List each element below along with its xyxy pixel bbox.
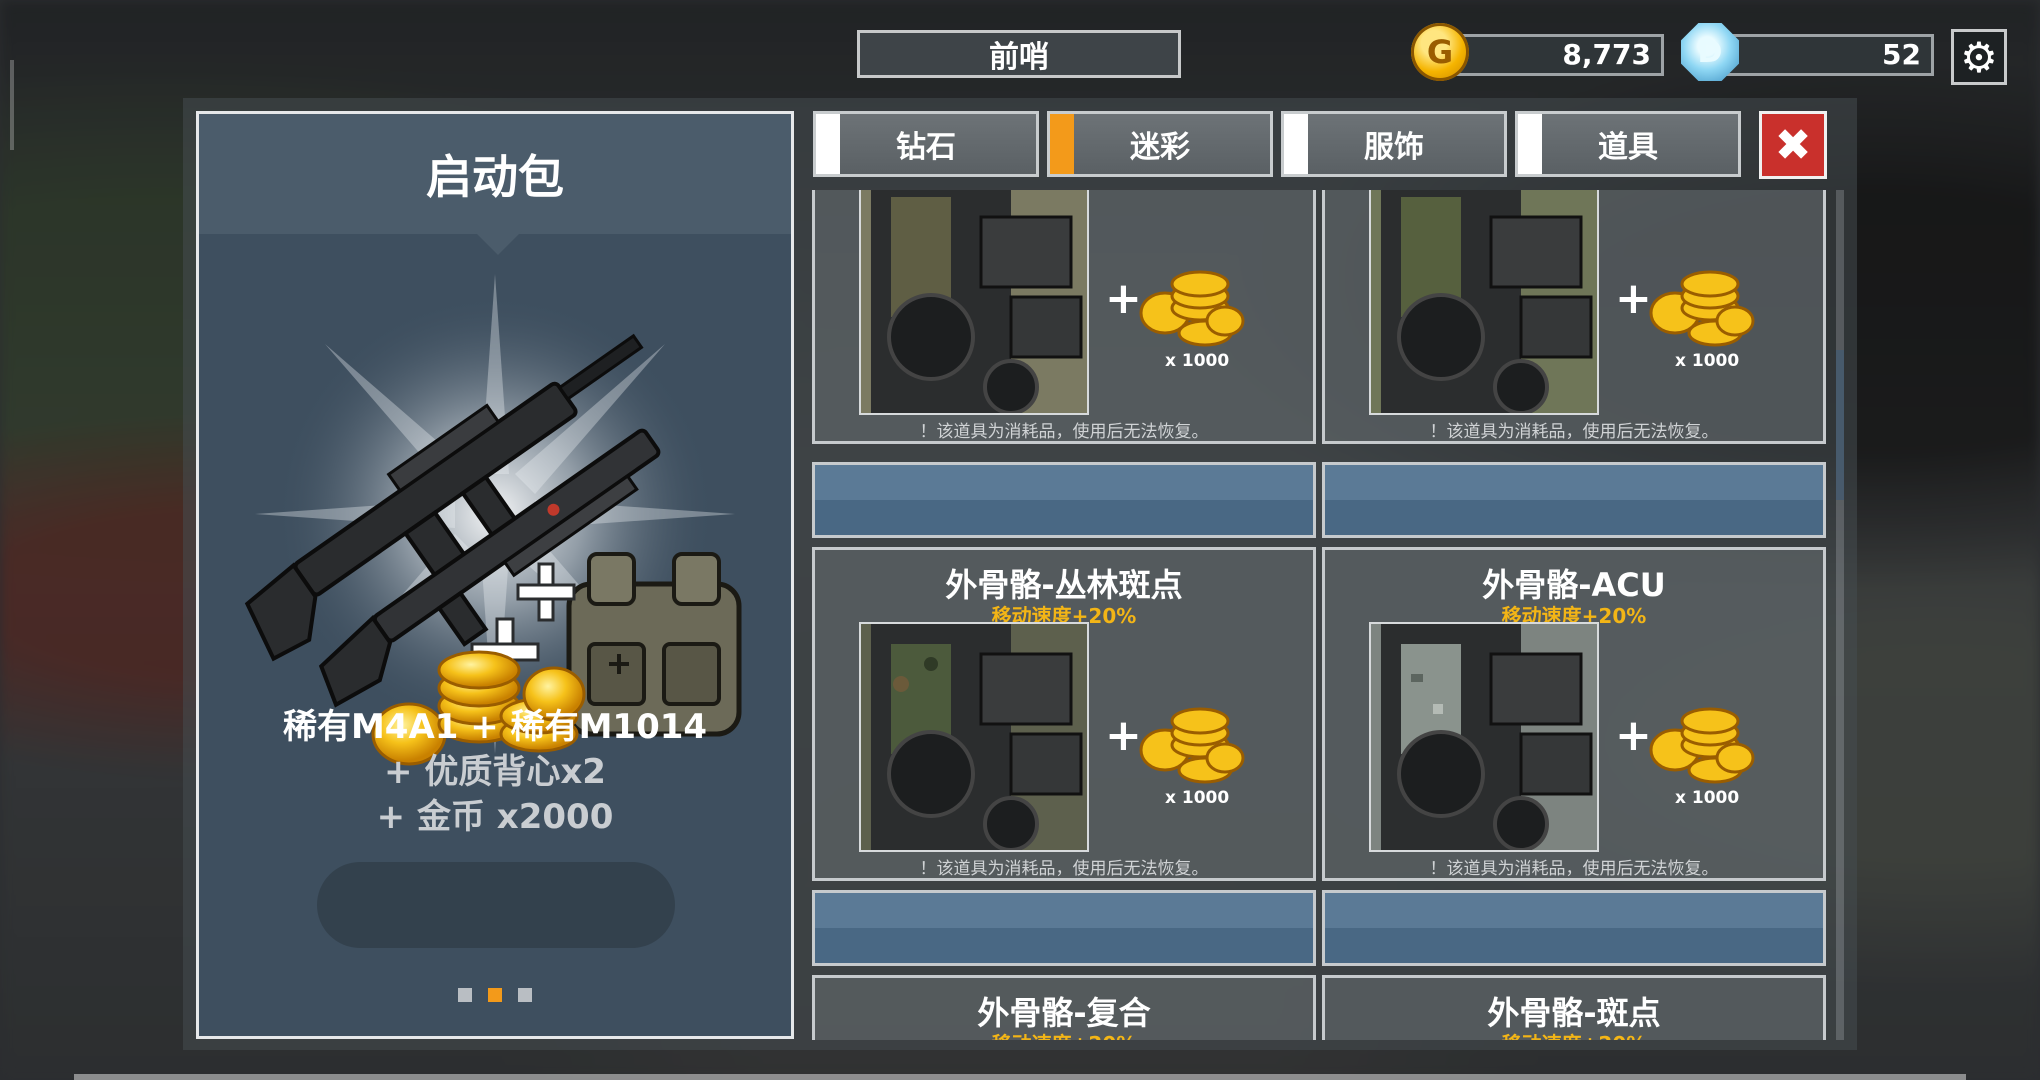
tab-label: 道具 xyxy=(1598,130,1658,165)
close-icon: ✖ xyxy=(1774,119,1812,171)
item-card-2[interactable]: + x 1000 ！该道具为消耗品，使用后无法恢复。 xyxy=(1322,190,1826,444)
item-grid[interactable]: + x 1000 ！该道具为消耗品，使用后无法恢复。 + x 1000 ！该道具… xyxy=(812,190,1826,1040)
exoskeleton-icon xyxy=(861,190,1087,413)
consumable-note: ！该道具为消耗品，使用后无法恢复。 xyxy=(1429,859,1719,879)
tab-camo[interactable]: 迷彩 xyxy=(1047,111,1273,177)
exoskeleton-image xyxy=(1369,190,1599,415)
gold-coins-icon xyxy=(1139,270,1245,347)
coin-quantity: x 1000 xyxy=(1675,788,1740,808)
consumable-note: ！该道具为消耗品，使用后无法恢复。 xyxy=(1429,422,1719,442)
tab-label: 服饰 xyxy=(1364,130,1424,165)
item-card-1[interactable]: + x 1000 ！该道具为消耗品，使用后无法恢复。 xyxy=(812,190,1316,444)
exoskeleton-icon xyxy=(1371,624,1597,850)
coin-quantity: x 1000 xyxy=(1165,788,1230,808)
exoskeleton-image xyxy=(1369,622,1599,852)
pack-weapons-text: 稀有M4A1 + 稀有M1014 xyxy=(282,707,708,747)
exoskeleton-icon xyxy=(861,624,1087,850)
exoskeleton-image xyxy=(859,622,1089,852)
tab-marker xyxy=(816,114,840,174)
title-pointer xyxy=(474,231,522,255)
exoskeleton-image xyxy=(859,190,1089,415)
gear-icon: ⚙ xyxy=(1960,32,1998,82)
item-stat: 移动速度+20% xyxy=(1325,1028,1823,1040)
tab-diamond[interactable]: 钻石 xyxy=(813,111,1039,177)
bottom-scrollbar[interactable] xyxy=(74,1074,1966,1080)
page-dot-1[interactable] xyxy=(458,988,472,1002)
coin-balance: 8,773 xyxy=(1440,34,1664,76)
exoskeleton-icon xyxy=(1371,190,1597,413)
page-dot-2[interactable] xyxy=(488,988,502,1002)
item-grid-scrollbar[interactable] xyxy=(1836,190,1844,1040)
pack-vest-text: + 优质背心x2 xyxy=(384,752,606,792)
carousel-pagination xyxy=(199,988,791,1002)
coin-icon: G xyxy=(1411,23,1469,81)
tab-marker xyxy=(1050,114,1074,174)
gem-balance: 52 xyxy=(1710,34,1934,76)
gold-coins-icon xyxy=(1649,270,1755,347)
gold-coins-icon xyxy=(1649,707,1755,784)
item-buy-button-3[interactable] xyxy=(812,890,1316,966)
pack-coins-text: + 金币 x2000 xyxy=(376,797,614,837)
tab-apparel[interactable]: 服饰 xyxy=(1281,111,1507,177)
tab-label: 迷彩 xyxy=(1130,130,1190,165)
item-card-3[interactable]: 外骨骼-丛林斑点 移动速度+20% + x 1000 ！该道具为消耗品，使用后无… xyxy=(812,547,1316,881)
tab-items[interactable]: 道具 xyxy=(1515,111,1741,177)
settings-button[interactable]: ⚙ xyxy=(1951,29,2007,85)
item-buy-button-1[interactable] xyxy=(812,462,1316,538)
coin-quantity: x 1000 xyxy=(1675,351,1740,371)
tab-label: 钻石 xyxy=(896,130,956,165)
starter-pack-buy-button[interactable] xyxy=(317,862,675,948)
starter-pack-card[interactable]: 启动包 稀有M4A1 + 稀有M1014 + 优质背心x2 + 金币 x2000 xyxy=(196,111,794,1039)
close-button[interactable]: ✖ xyxy=(1759,111,1827,179)
item-card-6[interactable]: 外骨骼-斑点 移动速度+20% xyxy=(1322,975,1826,1040)
page-title: 前哨 xyxy=(857,30,1181,78)
item-card-5[interactable]: 外骨骼-复合 移动速度+20% xyxy=(812,975,1316,1040)
item-card-4[interactable]: 外骨骼-ACU 移动速度+20% + x 1000 ！该道具为消耗品，使用后无法… xyxy=(1322,547,1826,881)
coin-quantity: x 1000 xyxy=(1165,351,1230,371)
gold-coins-icon xyxy=(1139,707,1245,784)
consumable-note: ！该道具为消耗品，使用后无法恢复。 xyxy=(919,859,1209,879)
tab-marker xyxy=(1284,114,1308,174)
item-stat: 移动速度+20% xyxy=(815,1028,1313,1040)
page-dot-3[interactable] xyxy=(518,988,532,1002)
scrollbar-thumb[interactable] xyxy=(1836,350,1844,500)
starter-pack-title: 启动包 xyxy=(199,114,791,234)
consumable-note: ！该道具为消耗品，使用后无法恢复。 xyxy=(919,422,1209,442)
item-buy-button-4[interactable] xyxy=(1322,890,1826,966)
tab-marker xyxy=(1518,114,1542,174)
edge-indicator xyxy=(10,60,14,150)
item-buy-button-2[interactable] xyxy=(1322,462,1826,538)
